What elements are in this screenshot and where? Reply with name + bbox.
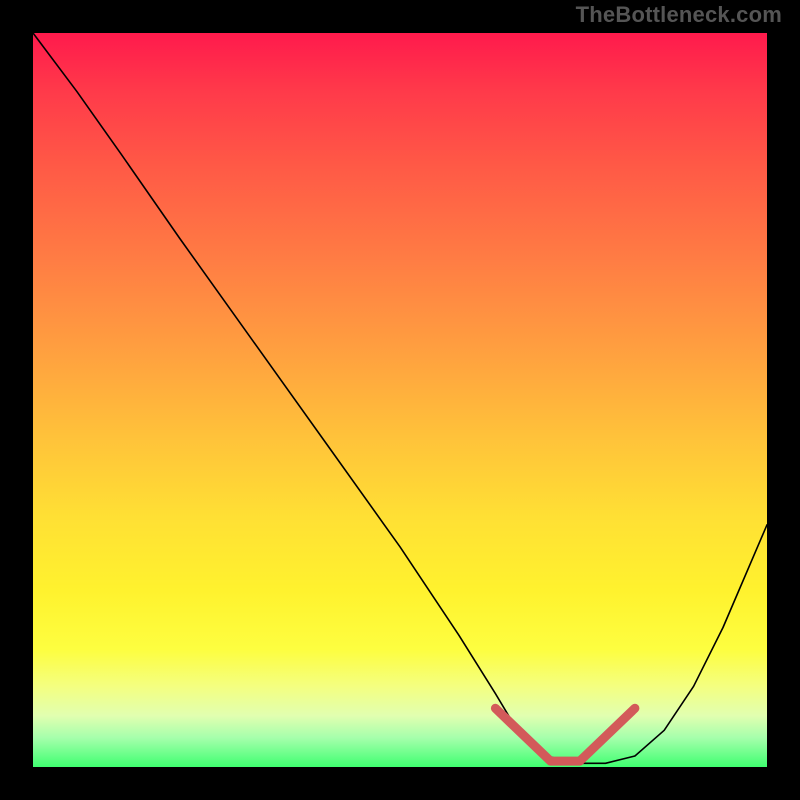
curve-svg [33, 33, 767, 767]
bottleneck-curve [33, 33, 767, 763]
highlight-segment [495, 708, 635, 761]
plot-area [33, 33, 767, 767]
watermark-text: TheBottleneck.com [576, 2, 782, 28]
chart-frame: TheBottleneck.com [0, 0, 800, 800]
